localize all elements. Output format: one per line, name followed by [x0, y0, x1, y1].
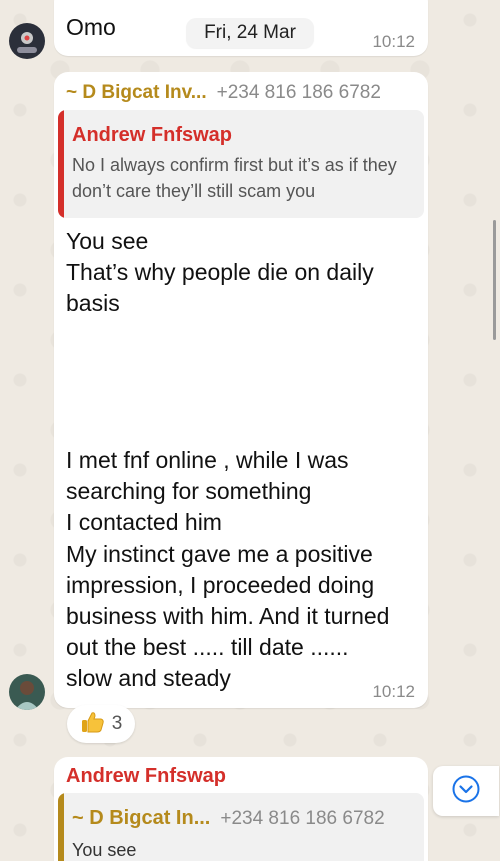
- quote-bar: [58, 110, 64, 218]
- sender-line: ~ D Bigcat Inv... +234 816 186 6782: [66, 82, 381, 104]
- sender-phone[interactable]: +234 816 186 6782: [217, 82, 381, 103]
- reaction-count: 3: [111, 713, 123, 734]
- message-time: 10:12: [372, 32, 415, 51]
- message-text-part-1: You see That’s why people die on daily b…: [66, 226, 418, 320]
- chevron-down-circle-icon: [451, 774, 481, 809]
- sender-name[interactable]: ~ D Bigcat Inv...: [66, 82, 207, 103]
- avatar-top[interactable]: [9, 23, 45, 59]
- message-line: slow and steady: [66, 665, 231, 692]
- message-line: You see: [66, 228, 149, 254]
- quote-author: ~ D Bigcat In... +234 816 186 6782: [72, 807, 385, 830]
- message-text-part-2: I met fnf online , while I was searching…: [66, 445, 422, 695]
- message-line: I contacted him: [66, 509, 222, 536]
- message-line: searching for something: [66, 478, 312, 505]
- message-line: I met fnf online , while I was: [66, 447, 349, 473]
- quote-author-name: ~ D Bigcat In...: [72, 807, 211, 829]
- message-line: impression, I proceeded doing: [66, 571, 375, 598]
- reaction-pill[interactable]: 3: [67, 705, 135, 743]
- quote-text: You see: [72, 840, 137, 860]
- message-line: business with him. And it turned: [66, 603, 390, 630]
- sender-name[interactable]: Andrew Fnfswap: [66, 765, 226, 788]
- quoted-message[interactable]: ~ D Bigcat In... +234 816 186 6782 You se…: [58, 793, 424, 861]
- message-bubble-main[interactable]: ~ D Bigcat Inv... +234 816 186 6782 Andre…: [54, 72, 428, 708]
- avatar-sender[interactable]: [9, 674, 45, 710]
- quote-author-phone: +234 816 186 6782: [220, 808, 385, 829]
- message-line: My instinct gave me a positive: [66, 540, 373, 567]
- message-line: That’s why people die on daily: [66, 259, 374, 286]
- message-bubble-bottom[interactable]: Andrew Fnfswap ~ D Bigcat In... +234 816 …: [54, 757, 428, 861]
- message-time: 10:12: [372, 682, 415, 701]
- message-line: basis: [66, 290, 120, 317]
- scroll-indicator[interactable]: [493, 220, 496, 340]
- quote-bar: [58, 793, 64, 861]
- thumbs-up-icon: [80, 709, 106, 740]
- date-pill: Fri, 24 Mar: [186, 18, 314, 48]
- quote-text: No I always confirm first but it’s as if…: [72, 155, 397, 201]
- message-line: out the best ..... till date ......: [66, 634, 349, 661]
- quote-author: Andrew Fnfswap: [72, 124, 233, 146]
- quoted-message[interactable]: Andrew Fnfswap No I always confirm first…: [58, 110, 424, 218]
- scroll-to-bottom-button[interactable]: [433, 766, 499, 816]
